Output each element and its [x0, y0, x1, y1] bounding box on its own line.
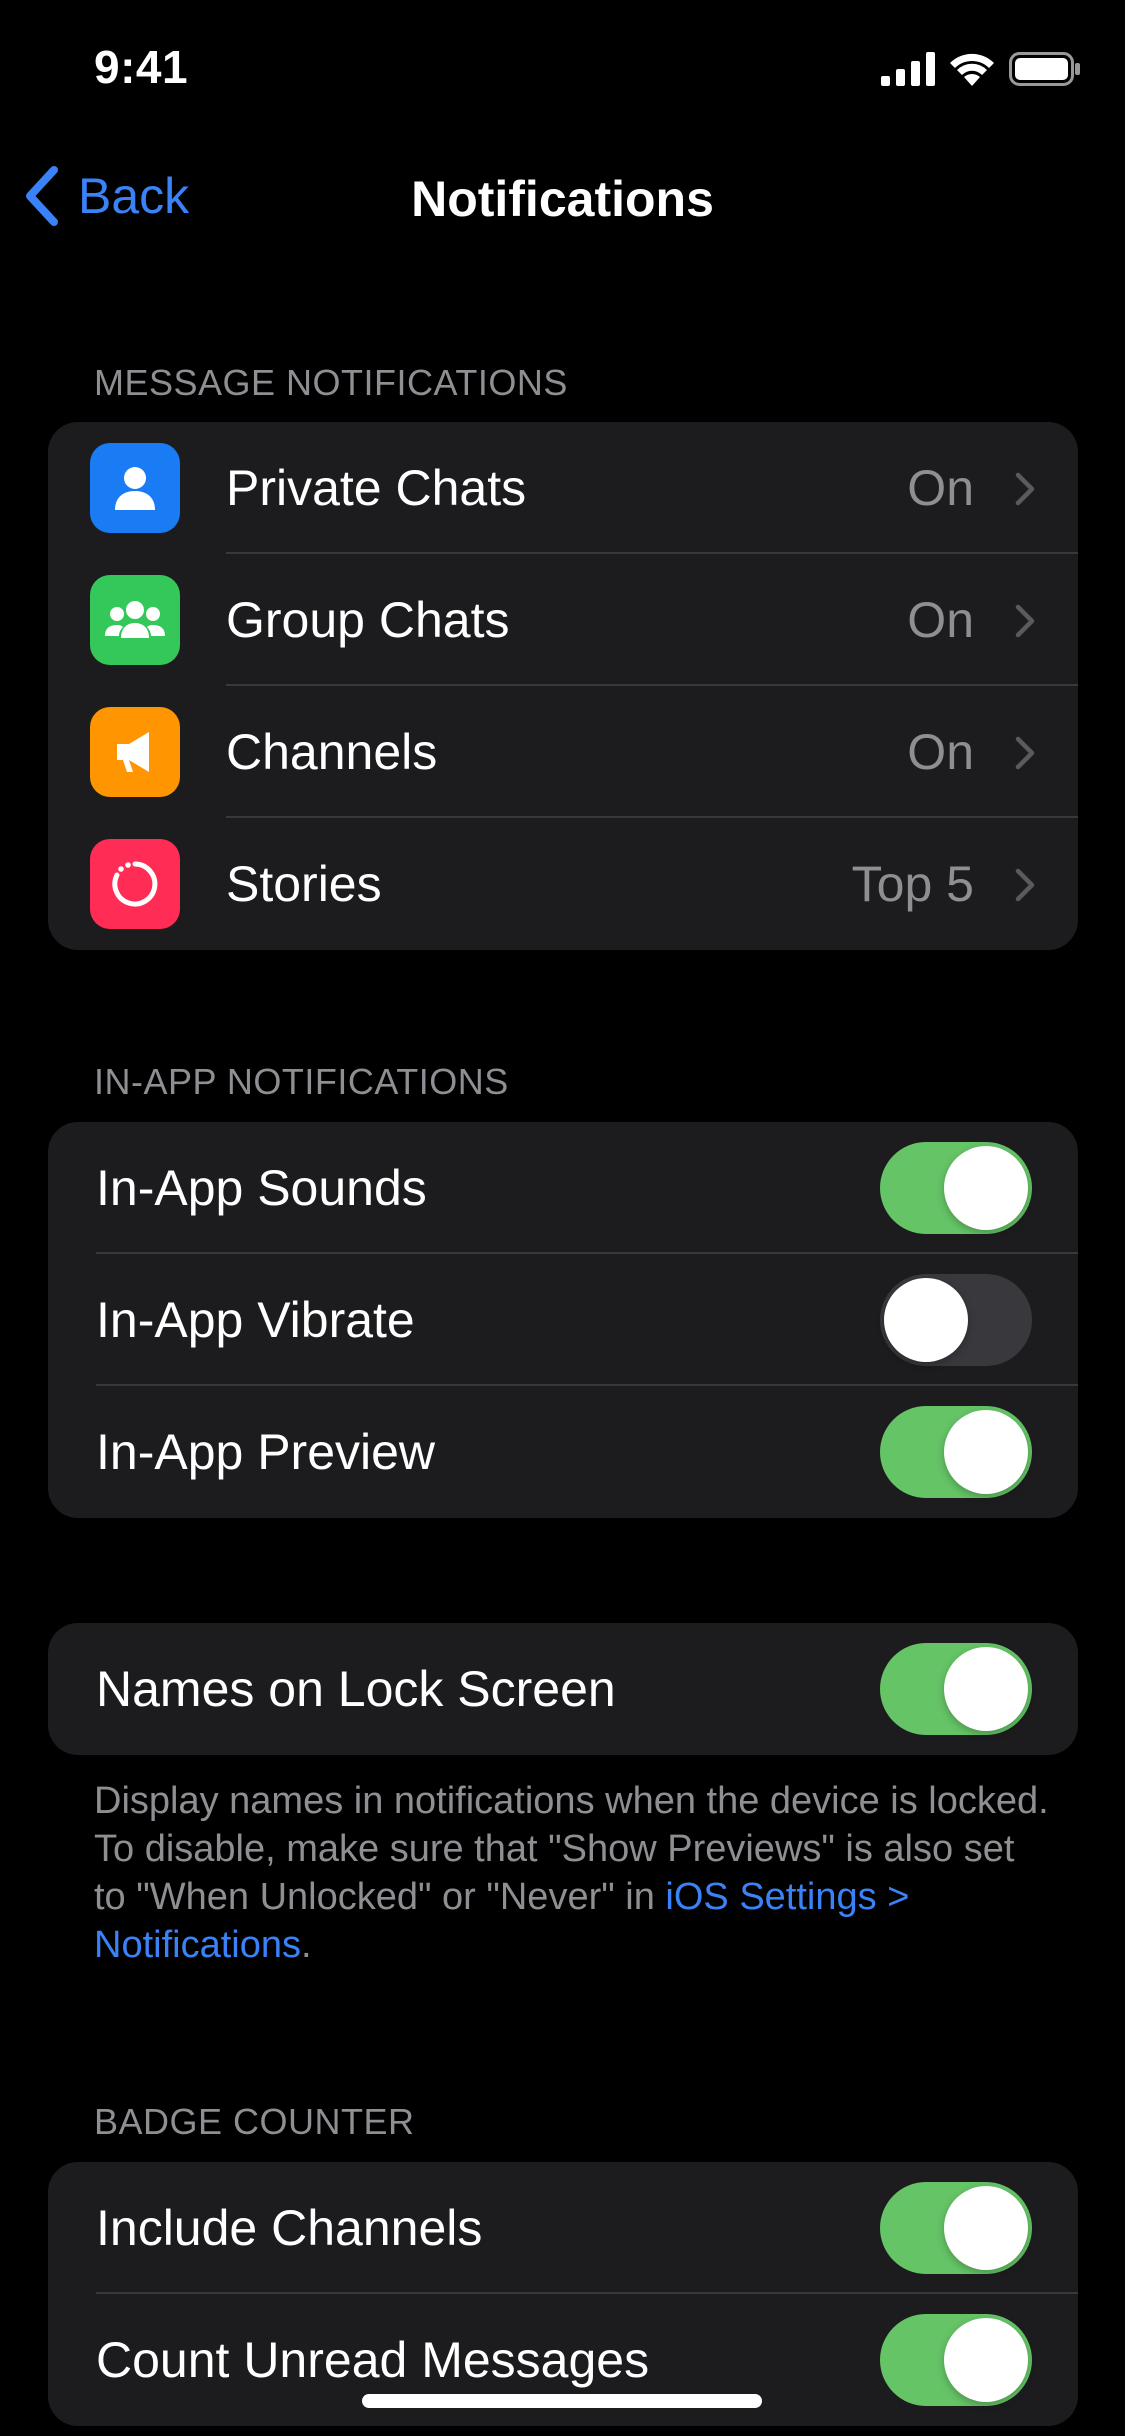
row-label: Channels	[226, 724, 438, 780]
row-value: On	[907, 460, 974, 516]
row-value: On	[907, 592, 974, 648]
toggle-knob	[944, 1647, 1028, 1731]
row-private-chats[interactable]: Private Chats On	[48, 422, 1078, 554]
row-label: Include Channels	[96, 2200, 483, 2256]
chevron-right-icon	[1015, 868, 1035, 902]
toggle-knob	[944, 2186, 1028, 2270]
toggle-knob	[884, 1278, 968, 1362]
row-label: Stories	[226, 856, 382, 912]
toggle-knob	[944, 1410, 1028, 1494]
row-channels[interactable]: Channels On	[48, 686, 1078, 818]
toggle-knob	[944, 1146, 1028, 1230]
section-header-badge-counter: BADGE COUNTER	[94, 2101, 415, 2142]
row-label: In-App Vibrate	[96, 1292, 415, 1348]
row-stories[interactable]: Stories Top 5	[48, 818, 1078, 950]
row-in-app-preview: In-App Preview	[48, 1386, 1078, 1518]
in-app-vibrate-toggle[interactable]	[880, 1274, 1032, 1366]
row-names-on-lock-screen: Names on Lock Screen	[48, 1623, 1078, 1755]
row-label: In-App Sounds	[96, 1160, 427, 1216]
page-title: Notifications	[411, 171, 714, 227]
row-include-channels: Include Channels	[48, 2162, 1078, 2294]
row-value: On	[907, 724, 974, 780]
count-unread-messages-toggle[interactable]	[880, 2314, 1032, 2406]
stories-icon	[90, 839, 180, 929]
chevron-right-icon	[1015, 472, 1035, 506]
row-label: In-App Preview	[96, 1424, 436, 1480]
group-icon	[90, 575, 180, 665]
section-header-in-app-notifications: IN-APP NOTIFICATIONS	[94, 1061, 509, 1102]
message-notifications-group: Private Chats On Group Chats On Channels…	[48, 422, 1078, 950]
names-on-lock-screen-toggle[interactable]	[880, 1643, 1032, 1735]
in-app-sounds-toggle[interactable]	[880, 1142, 1032, 1234]
lock-screen-group: Names on Lock Screen	[48, 1623, 1078, 1755]
status-time: 9:41	[94, 41, 189, 93]
chevron-right-icon	[1015, 604, 1035, 638]
navigation-bar: Back Notifications	[0, 150, 1125, 250]
lock-screen-footer: Display names in notifications when the …	[94, 1777, 1054, 1969]
row-group-chats[interactable]: Group Chats On	[48, 554, 1078, 686]
battery-icon	[1009, 52, 1080, 86]
row-in-app-sounds: In-App Sounds	[48, 1122, 1078, 1254]
in-app-preview-toggle[interactable]	[880, 1406, 1032, 1498]
in-app-notifications-group: In-App Sounds In-App Vibrate In-App Prev…	[48, 1122, 1078, 1518]
row-label: Group Chats	[226, 592, 510, 648]
person-icon	[90, 443, 180, 533]
row-in-app-vibrate: In-App Vibrate	[48, 1254, 1078, 1386]
cellular-signal-icon	[881, 52, 935, 86]
badge-counter-group: Include Channels Count Unread Messages	[48, 2162, 1078, 2426]
wifi-icon	[950, 53, 994, 86]
status-bar: 9:41	[0, 0, 1125, 140]
row-label: Count Unread Messages	[96, 2332, 650, 2388]
status-icons	[881, 52, 1081, 86]
megaphone-icon	[90, 707, 180, 797]
section-header-message-notifications: MESSAGE NOTIFICATIONS	[94, 362, 568, 403]
home-indicator	[362, 2394, 762, 2408]
row-value: Top 5	[851, 856, 974, 912]
footer-end: .	[300, 1924, 312, 1966]
include-channels-toggle[interactable]	[880, 2182, 1032, 2274]
row-label: Names on Lock Screen	[96, 1661, 616, 1717]
chevron-right-icon	[1015, 736, 1035, 770]
row-label: Private Chats	[226, 460, 527, 516]
toggle-knob	[944, 2318, 1028, 2402]
